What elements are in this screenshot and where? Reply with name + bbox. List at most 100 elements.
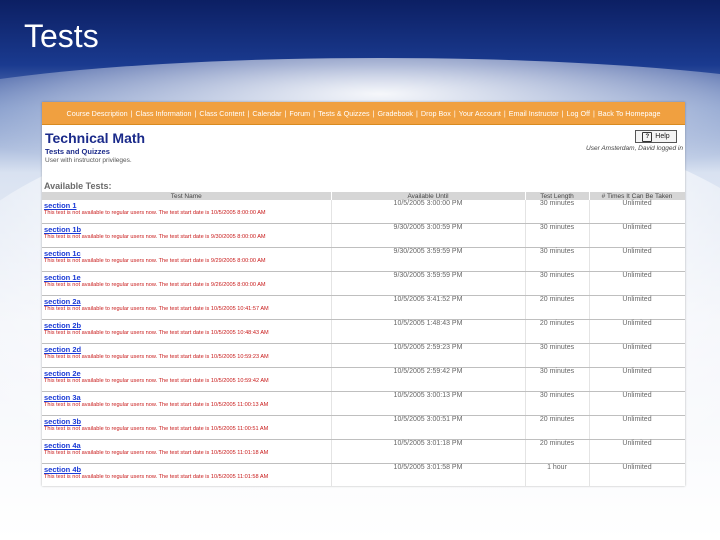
test-length-cell: 30 minutes [525,391,590,416]
availability-message: This test is not available to regular us… [44,210,266,216]
test-name-link[interactable]: section 1 [44,201,329,210]
table-row: section 4b This test is not available to … [42,463,685,486]
test-length-cell: 20 minutes [525,319,590,344]
test-name-link[interactable]: section 2e [44,369,329,378]
availability-message: This test is not available to regular us… [44,426,269,432]
test-name-link[interactable]: section 2d [44,345,329,354]
test-name-cell: section 1c This test is not available to … [42,247,332,272]
nav-your-account[interactable]: Your Account [459,109,501,118]
available-until-cell: 10/5/2005 2:59:23 PM [331,343,526,368]
nav-back-to-homepage[interactable]: Back To Homepage [598,109,661,118]
course-nav-bar: Course Description | Class Information | C… [42,102,685,125]
test-name-cell: section 1b This test is not available to … [42,223,332,248]
page-subtitle: Tests and Quizzes [45,147,110,156]
test-length-cell: 30 minutes [525,367,590,392]
test-length-cell: 30 minutes [525,271,590,296]
times-taken-cell: Unlimited [589,439,685,464]
help-button[interactable]: ? Help [635,130,677,143]
nav-log-off[interactable]: Log Off [567,109,590,118]
available-until-cell: 10/5/2005 3:01:58 PM [331,463,526,486]
available-until-cell: 10/5/2005 3:00:13 PM [331,391,526,416]
column-header-available-until[interactable]: Available Until [331,192,526,200]
nav-separator: | [284,108,287,118]
page-header: Technical Math Tests and Quizzes User wi… [42,125,685,175]
nav-class-information[interactable]: Class Information [136,109,192,118]
times-taken-cell: Unlimited [589,247,685,272]
table-row: section 2b This test is not available to … [42,319,685,344]
available-until-cell: 9/30/2005 3:59:59 PM [331,247,526,272]
table-row: section 4a This test is not available to … [42,439,685,464]
times-taken-cell: Unlimited [589,463,685,486]
test-name-cell: section 3a This test is not available to … [42,391,332,416]
test-name-cell: section 3b This test is not available to … [42,415,332,440]
test-name-link[interactable]: section 2b [44,321,329,330]
tests-table-body: section 1 This test is not available to r… [42,200,685,486]
nav-forum[interactable]: Forum [289,109,310,118]
test-name-link[interactable]: section 2a [44,297,329,306]
tests-table: Test Name Available Until Test Length # … [42,192,685,486]
test-length-cell: 30 minutes [525,247,590,272]
nav-tests-quizzes[interactable]: Tests & Quizzes [318,109,370,118]
column-header-test-name[interactable]: Test Name [42,192,332,200]
column-header-test-length[interactable]: Test Length [525,192,590,200]
table-header-row: Test Name Available Until Test Length # … [42,192,685,200]
slide-title: Tests [24,18,99,54]
screenshot-frame: Course Description | Class Information | C… [42,102,685,486]
test-name-cell: section 4b This test is not available to … [42,463,332,486]
test-length-cell: 30 minutes [525,223,590,248]
nav-separator: | [592,108,595,118]
test-name-link[interactable]: section 4a [44,441,329,450]
test-length-cell: 20 minutes [525,295,590,320]
table-row: section 2e This test is not available to … [42,367,685,392]
nav-separator: | [503,108,506,118]
test-name-link[interactable]: section 3a [44,393,329,402]
nav-calendar[interactable]: Calendar [252,109,281,118]
nav-separator: | [194,108,197,118]
table-row: section 1e This test is not available to … [42,271,685,296]
test-name-link[interactable]: section 1c [44,249,329,258]
table-row: section 2d This test is not available to … [42,343,685,368]
available-until-cell: 10/5/2005 3:00:51 PM [331,415,526,440]
nav-separator: | [247,108,250,118]
test-name-cell: section 4a This test is not available to … [42,439,332,464]
column-header-times-taken[interactable]: # Times It Can Be Taken [589,192,685,200]
available-until-cell: 9/30/2005 3:59:59 PM [331,271,526,296]
test-name-link[interactable]: section 4b [44,465,329,474]
privilege-note: User with instructor privileges. [45,157,132,164]
nav-drop-box[interactable]: Drop Box [421,109,451,118]
table-row: section 1 This test is not available to r… [42,200,685,224]
times-taken-cell: Unlimited [589,343,685,368]
table-row: section 2a This test is not available to … [42,295,685,320]
table-row: section 3a This test is not available to … [42,391,685,416]
nav-gradebook[interactable]: Gradebook [377,109,413,118]
test-length-cell: 30 minutes [525,200,590,224]
nav-email-instructor[interactable]: Email Instructor [509,109,559,118]
table-row: section 3b This test is not available to … [42,415,685,440]
test-name-link[interactable]: section 3b [44,417,329,426]
available-until-cell: 10/5/2005 3:01:18 PM [331,439,526,464]
test-name-cell: section 1 This test is not available to r… [42,200,332,224]
availability-message: This test is not available to regular us… [44,354,269,360]
test-name-link[interactable]: section 1b [44,225,329,234]
test-name-cell: section 2a This test is not available to … [42,295,332,320]
availability-message: This test is not available to regular us… [44,306,269,312]
help-icon: ? [642,131,653,142]
nav-separator: | [416,108,418,118]
nav-separator: | [453,108,456,118]
course-title: Technical Math [45,130,146,146]
test-length-cell: 20 minutes [525,439,590,464]
test-name-cell: section 2e This test is not available to … [42,367,332,392]
availability-message: This test is not available to regular us… [44,282,266,288]
times-taken-cell: Unlimited [589,223,685,248]
test-name-link[interactable]: section 1e [44,273,329,282]
availability-message: This test is not available to regular us… [44,474,269,480]
available-until-cell: 10/5/2005 3:00:00 PM [331,200,526,224]
times-taken-cell: Unlimited [589,391,685,416]
test-length-cell: 30 minutes [525,343,590,368]
nav-class-content[interactable]: Class Content [199,109,244,118]
available-until-cell: 10/5/2005 1:48:43 PM [331,319,526,344]
nav-course-description[interactable]: Course Description [67,109,128,118]
times-taken-cell: Unlimited [589,271,685,296]
available-until-cell: 10/5/2005 2:59:42 PM [331,367,526,392]
nav-separator: | [313,108,316,118]
